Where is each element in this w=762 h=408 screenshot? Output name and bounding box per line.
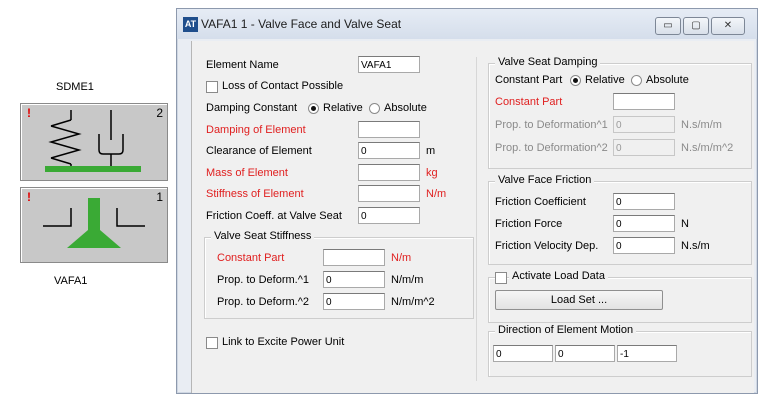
column-separator <box>476 57 477 381</box>
direction-title: Direction of Element Motion <box>495 324 637 336</box>
vafa-block[interactable]: ! 1 <box>20 187 168 263</box>
vss-deform2-label: Prop. to Deform.^2 <box>217 296 309 308</box>
friction-velocity-label: Friction Velocity Dep. <box>495 240 599 252</box>
valve-seat-damping-group: Valve Seat Damping Constant Part Relativ… <box>488 56 752 169</box>
load-data-group: Activate Load Data Load Set ... <box>488 270 752 323</box>
mass-input[interactable] <box>358 164 420 181</box>
valve-seat-damping-title: Valve Seat Damping <box>495 56 601 68</box>
vss-deform1-unit: N/m/m <box>391 274 424 286</box>
window-title: VAFA1 1 - Valve Face and Valve Seat <box>201 17 402 31</box>
damping-absolute-label: Absolute <box>384 102 427 114</box>
clearance-label: Clearance of Element <box>206 145 312 157</box>
direction-group: Direction of Element Motion 0 0 -1 <box>488 324 752 377</box>
direction-z-input[interactable]: -1 <box>617 345 677 362</box>
vsd-deform1-input[interactable]: 0 <box>613 116 675 133</box>
mass-unit: kg <box>426 167 438 179</box>
vsd-relative-label: Relative <box>585 74 625 86</box>
vafa-label: VAFA1 <box>54 275 88 287</box>
friction-coeff-input[interactable]: 0 <box>358 207 420 224</box>
mass-label: Mass of Element <box>206 167 288 179</box>
friction-force-input[interactable]: 0 <box>613 215 675 232</box>
app-icon: AT <box>183 17 198 32</box>
sdme-label: SDME1 <box>56 81 94 93</box>
loss-of-contact-checkbox[interactable] <box>206 81 218 93</box>
activate-load-checkbox[interactable] <box>495 272 507 284</box>
clearance-input[interactable]: 0 <box>358 142 420 159</box>
vss-deform1-label: Prop. to Deform.^1 <box>217 274 309 286</box>
friction-force-unit: N <box>681 218 689 230</box>
clearance-unit: m <box>426 145 436 157</box>
vss-deform1-input[interactable]: 0 <box>323 271 385 288</box>
stiffness-label: Stiffness of Element <box>206 188 304 200</box>
link-power-checkbox[interactable] <box>206 337 218 349</box>
vsd-constant-label: Constant Part <box>495 96 563 108</box>
spring-damper-icon <box>45 110 141 172</box>
vsd-relative-radio[interactable] <box>570 75 581 86</box>
vsd-constant-part-label: Constant Part <box>495 74 563 86</box>
friction-coeff-label: Friction Coeff. at Valve Seat <box>206 210 342 222</box>
damping-of-element-input[interactable] <box>358 121 420 138</box>
minimize-button[interactable]: ▭ <box>655 17 681 35</box>
element-name-label: Element Name <box>206 59 279 71</box>
activate-load-label: Activate Load Data <box>509 270 608 282</box>
title-bar[interactable]: AT VAFA1 1 - Valve Face and Valve Seat ▭… <box>177 9 757 39</box>
friction-velocity-unit: N.s/m <box>681 240 710 252</box>
valve-icon <box>43 198 145 248</box>
vsd-absolute-label: Absolute <box>646 74 689 86</box>
valve-dialog: AT VAFA1 1 - Valve Face and Valve Seat ▭… <box>176 8 758 394</box>
valve-seat-stiffness-title: Valve Seat Stiffness <box>211 230 315 242</box>
friction-coefficient-input[interactable]: 0 <box>613 193 675 210</box>
damping-constant-label: Damping Constant <box>206 102 298 114</box>
valve-seat-stiffness-group: Valve Seat Stiffness Constant Part N/m P… <box>204 230 474 319</box>
load-set-button[interactable]: Load Set ... <box>495 290 663 310</box>
sdme-block[interactable]: ! 2 <box>20 103 168 181</box>
loss-of-contact-label: Loss of Contact Possible <box>222 80 344 92</box>
vsd-deform2-label: Prop. to Deformation^2 <box>495 142 608 154</box>
damping-of-element-label: Damping of Element <box>206 124 306 136</box>
damping-relative-label: Relative <box>323 102 363 114</box>
vsd-constant-input[interactable] <box>613 93 675 110</box>
maximize-button[interactable]: ▢ <box>683 17 709 35</box>
valve-face-friction-group: Valve Face Friction Friction Coefficient… <box>488 174 752 265</box>
stiffness-unit: N/m <box>426 188 447 200</box>
damping-absolute-radio[interactable] <box>369 103 380 114</box>
vsd-deform2-unit: N.s/m/m^2 <box>681 142 734 154</box>
damping-relative-radio[interactable] <box>308 103 319 114</box>
dialog-client: Element Name VAFA1 Loss of Contact Possi… <box>191 41 754 393</box>
friction-velocity-input[interactable]: 0 <box>613 237 675 254</box>
vss-constant-input[interactable] <box>323 249 385 266</box>
vss-constant-unit: N/m <box>391 252 412 264</box>
vss-deform2-input[interactable]: 0 <box>323 293 385 310</box>
link-power-label: Link to Excite Power Unit <box>222 336 345 348</box>
direction-x-input[interactable]: 0 <box>493 345 553 362</box>
close-button[interactable]: ✕ <box>711 17 745 35</box>
valve-face-friction-title: Valve Face Friction <box>495 174 595 186</box>
friction-coefficient-label: Friction Coefficient <box>495 196 586 208</box>
vsd-deform1-label: Prop. to Deformation^1 <box>495 119 608 131</box>
vsd-deform2-input[interactable]: 0 <box>613 139 675 156</box>
vsd-deform1-unit: N.s/m/m <box>681 119 722 131</box>
element-name-input[interactable]: VAFA1 <box>358 56 420 73</box>
friction-force-label: Friction Force <box>495 218 563 230</box>
vsd-absolute-radio[interactable] <box>631 75 642 86</box>
vss-constant-label: Constant Part <box>217 252 285 264</box>
direction-y-input[interactable]: 0 <box>555 345 615 362</box>
vss-deform2-unit: N/m/m^2 <box>391 296 435 308</box>
stiffness-input[interactable] <box>358 185 420 202</box>
